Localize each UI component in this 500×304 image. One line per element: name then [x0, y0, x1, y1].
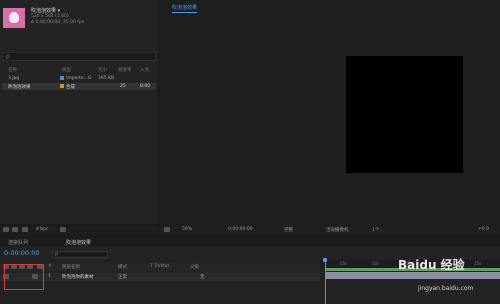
project-item-name: 3.jpg: [8, 75, 20, 81]
playhead-line: [325, 262, 326, 304]
timeline-search-input[interactable]: ρ: [52, 251, 108, 258]
ruler-label: 10s: [372, 261, 380, 266]
highlight-annotation: [4, 264, 44, 290]
timeline-layer-row[interactable]: 1 吹泡泡你的素材 正常 无: [0, 273, 320, 281]
watermark-url: jingyan.baidu.com: [418, 285, 474, 292]
project-item-type: 合成: [66, 84, 75, 90]
project-comp-duration: Δ 0;00;00;00, 25.00 fps: [31, 20, 85, 25]
project-item-type: Importe...G: [66, 75, 92, 81]
project-item-name: 吹泡泡效果: [8, 84, 31, 90]
layer-name[interactable]: 吹泡泡你的素材: [62, 274, 94, 280]
bpc-label[interactable]: 8 bpc: [36, 227, 48, 232]
new-comp-icon[interactable]: [12, 227, 18, 232]
project-panel: 吹泡泡效果 ▾ 526 x 561 (1.00) Δ 0;00;00;00, 2…: [0, 0, 158, 224]
composition-toolbar: 50% 0:00:00:00 完整 活动摄像机 1个... +0.0: [160, 226, 500, 234]
search-icon: ρ: [55, 251, 59, 257]
tab-timeline-comp[interactable]: 吹泡泡效果: [66, 239, 91, 246]
composition-panel: 吹泡泡效果: [160, 0, 500, 226]
timeline-column-headers: # 图层名称 模式 T TrkMat 父级: [0, 263, 320, 271]
views-select[interactable]: 1个...: [372, 227, 384, 233]
header-trkmat[interactable]: T TrkMat: [150, 264, 169, 269]
header-parent[interactable]: 父级: [190, 264, 199, 270]
project-item-row[interactable]: 3.jpg Importe...G 165 KB: [2, 75, 156, 82]
header-size[interactable]: 大小: [98, 67, 107, 73]
header-name[interactable]: 名称: [8, 67, 17, 73]
composition-canvas[interactable]: [346, 56, 463, 173]
timeline-tabs: 渲染队列 吹泡泡效果: [0, 237, 500, 246]
header-type[interactable]: 类型: [62, 67, 71, 73]
timecode-display[interactable]: 0:00:00:00: [228, 227, 253, 232]
header-inpoint[interactable]: 入点: [140, 67, 149, 73]
header-layer-name[interactable]: 图层名称: [62, 264, 80, 270]
header-layer-number: #: [48, 264, 52, 269]
quality-select[interactable]: 完整: [284, 227, 293, 233]
zoom-select[interactable]: 50%: [182, 227, 192, 232]
header-fps[interactable]: 帧速率: [118, 67, 132, 73]
tab-render-queue[interactable]: 渲染队列: [8, 239, 28, 246]
header-mode[interactable]: 模式: [118, 264, 127, 270]
project-search-input[interactable]: ρ: [2, 52, 156, 61]
ae-workspace: 吹泡泡效果 ▾ 526 x 561 (1.00) Δ 0;00;00;00, 2…: [0, 0, 500, 304]
ruler-label: 05s: [340, 261, 348, 266]
ruler-label: 25s: [474, 261, 482, 266]
project-footer: 8 bpc: [0, 226, 158, 234]
camera-select[interactable]: 活动摄像机: [326, 227, 349, 233]
layer-duration-bar[interactable]: [326, 272, 500, 279]
project-comp-name[interactable]: 吹泡泡效果 ▾: [31, 7, 60, 14]
camera-icon[interactable]: [164, 227, 170, 232]
label-color-icon: [60, 75, 64, 80]
layer-mode-select[interactable]: 正常: [118, 274, 127, 280]
current-time-display[interactable]: 0:00:00:00: [4, 249, 40, 257]
flowchart-icon[interactable]: [22, 227, 28, 232]
project-item-size: 165 KB: [98, 75, 115, 81]
search-icon: ρ: [6, 53, 10, 60]
layer-parent-select[interactable]: 无: [200, 274, 205, 280]
project-column-headers: 名称 类型 大小 帧速率 入点: [2, 67, 156, 74]
comp-thumbnail: [3, 8, 25, 28]
project-item-fps: 25: [120, 83, 126, 89]
layer-index: 1: [48, 274, 51, 279]
project-item-inpoint: 0:00: [140, 83, 151, 89]
project-comp-size: 526 x 561 (1.00): [31, 14, 69, 19]
folder-icon[interactable]: [3, 227, 9, 232]
tab-composition[interactable]: 吹泡泡效果: [172, 4, 198, 13]
project-item-row-selected[interactable]: 吹泡泡效果 合成 25 0:00: [2, 83, 156, 90]
exposure-value[interactable]: +0.0: [478, 227, 489, 232]
watermark-text: Baidu 经验: [398, 258, 465, 272]
label-color-icon: [60, 83, 64, 88]
trash-icon[interactable]: [60, 227, 66, 232]
